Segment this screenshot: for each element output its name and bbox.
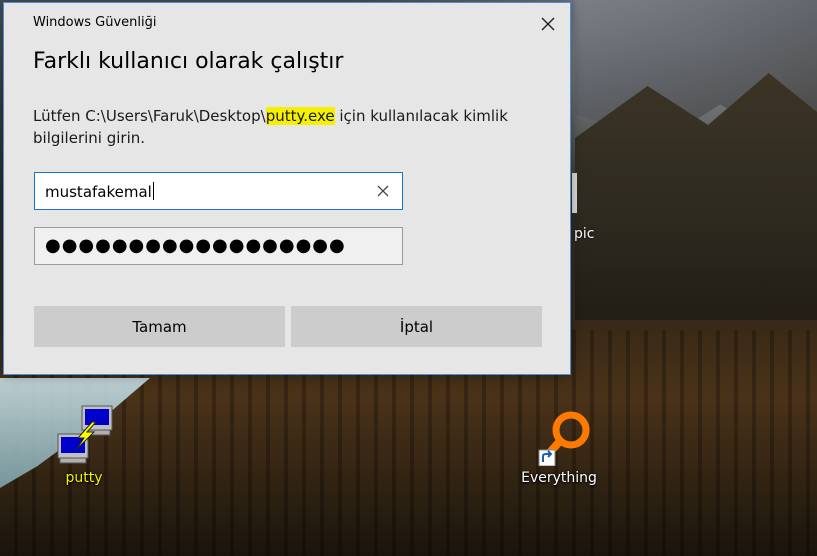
window-title: Windows Güvenliği [33,15,157,30]
clear-icon [377,185,389,197]
close-button[interactable] [536,12,560,36]
desktop-icon-putty-label: putty [65,470,103,486]
desktop-icon-everything[interactable]: Everything [516,408,602,486]
password-field[interactable]: ●●●●●●●●●●●●●●●●●● [34,227,403,265]
desktop-icon-everything-label: Everything [521,470,597,486]
username-field[interactable]: mustafakemal [34,172,403,210]
hidden-desktop-icon[interactable] [572,173,577,213]
hidden-desktop-icon-label: pic [574,226,595,242]
title-bar[interactable]: Windows Güvenliği [4,3,570,43]
clear-username-button[interactable] [374,182,392,200]
run-as-dialog: Windows Güvenliği Farklı kullanıcı olara… [3,2,571,375]
putty-icon [57,405,113,464]
message-prefix: Lütfen C:\Users\Faruk\Desktop\ [33,107,266,125]
password-mask: ●●●●●●●●●●●●●●●●●● [45,235,346,256]
text-caret [152,182,154,200]
username-text: mustafakemal [45,183,152,201]
cancel-button[interactable]: İptal [291,306,542,347]
everything-search-icon [538,411,590,467]
message-highlight: putty.exe [265,107,335,125]
desktop-icon-putty[interactable]: putty [52,404,116,486]
username-value: mustafakemal [45,182,154,201]
dialog-message: Lütfen C:\Users\Faruk\Desktop\putty.exe … [33,105,543,149]
ok-button[interactable]: Tamam [34,306,285,347]
close-icon [541,17,555,31]
dialog-heading: Farklı kullanıcı olarak çalıştır [33,49,344,74]
